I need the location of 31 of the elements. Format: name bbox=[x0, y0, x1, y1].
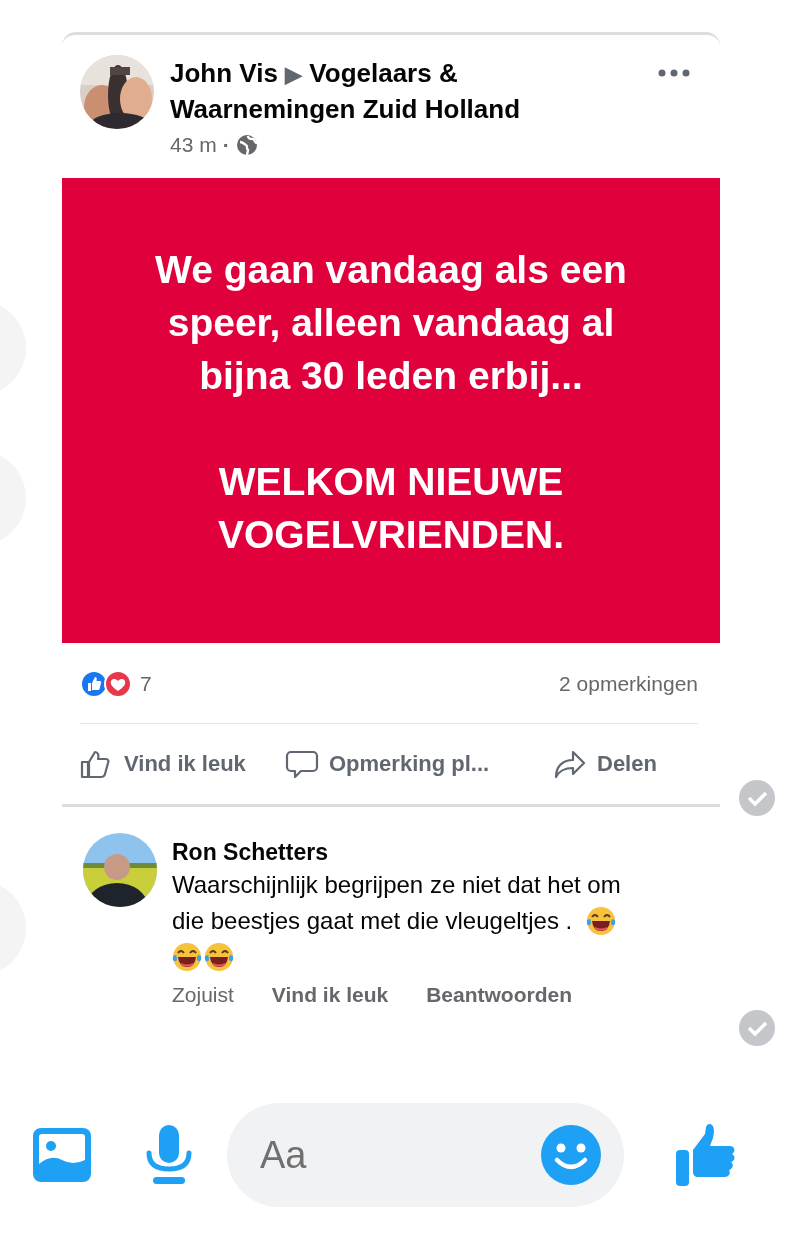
photo-icon[interactable] bbox=[31, 1126, 93, 1184]
comment-text: Waarschijnlijk begrijpen ze niet dat het om bbox=[172, 870, 621, 900]
comment-count[interactable]: 2 opmerkingen bbox=[559, 672, 698, 696]
reaction-count[interactable]: 7 bbox=[140, 672, 152, 696]
message-field[interactable]: Aa bbox=[227, 1103, 624, 1207]
love-reaction-icon bbox=[104, 670, 132, 698]
smiley-icon[interactable] bbox=[540, 1124, 602, 1186]
banner-text: WELKOM NIEUWE VOGELVRIENDEN. bbox=[218, 458, 564, 558]
banner-text: We gaan vandaag als een speer, alleen vandaag al bijna 30 leden erbij... bbox=[155, 246, 627, 399]
commenter-name[interactable]: Ron Schetters bbox=[172, 837, 692, 867]
comment-action-link[interactable]: Beantwoorden bbox=[426, 983, 573, 1007]
comment-time: Zojuist bbox=[172, 983, 234, 1007]
more-options-icon[interactable] bbox=[658, 69, 690, 77]
laughing-emoji-icon bbox=[172, 942, 202, 972]
post-action-button[interactable]: Delen bbox=[553, 748, 657, 780]
comment-action-link[interactable]: Vind ik leuk bbox=[271, 983, 389, 1007]
like-reaction-icon bbox=[80, 670, 108, 698]
laughing-emoji-icon bbox=[204, 942, 234, 972]
speech-bubble-icon bbox=[285, 748, 319, 780]
globe-icon bbox=[235, 134, 258, 156]
post-action-button[interactable]: Opmerking pl... bbox=[285, 748, 553, 780]
seen-check-icon bbox=[739, 780, 775, 816]
seen-check-icon bbox=[739, 1010, 775, 1046]
post-time[interactable]: 43 m bbox=[170, 133, 217, 157]
laughing-emoji-icon bbox=[586, 906, 617, 936]
comment-text: die beestjes gaat met die vleugeltjes . bbox=[172, 906, 573, 936]
post-action-button[interactable]: Vind ik leuk bbox=[80, 748, 285, 780]
post-title[interactable]: John Vis ▶ Vogelaars & Waarnemingen Zuid Holland bbox=[170, 56, 560, 126]
share-arrow-icon bbox=[553, 748, 587, 780]
microphone-icon[interactable] bbox=[145, 1123, 193, 1187]
separator-dot: · bbox=[222, 133, 230, 157]
